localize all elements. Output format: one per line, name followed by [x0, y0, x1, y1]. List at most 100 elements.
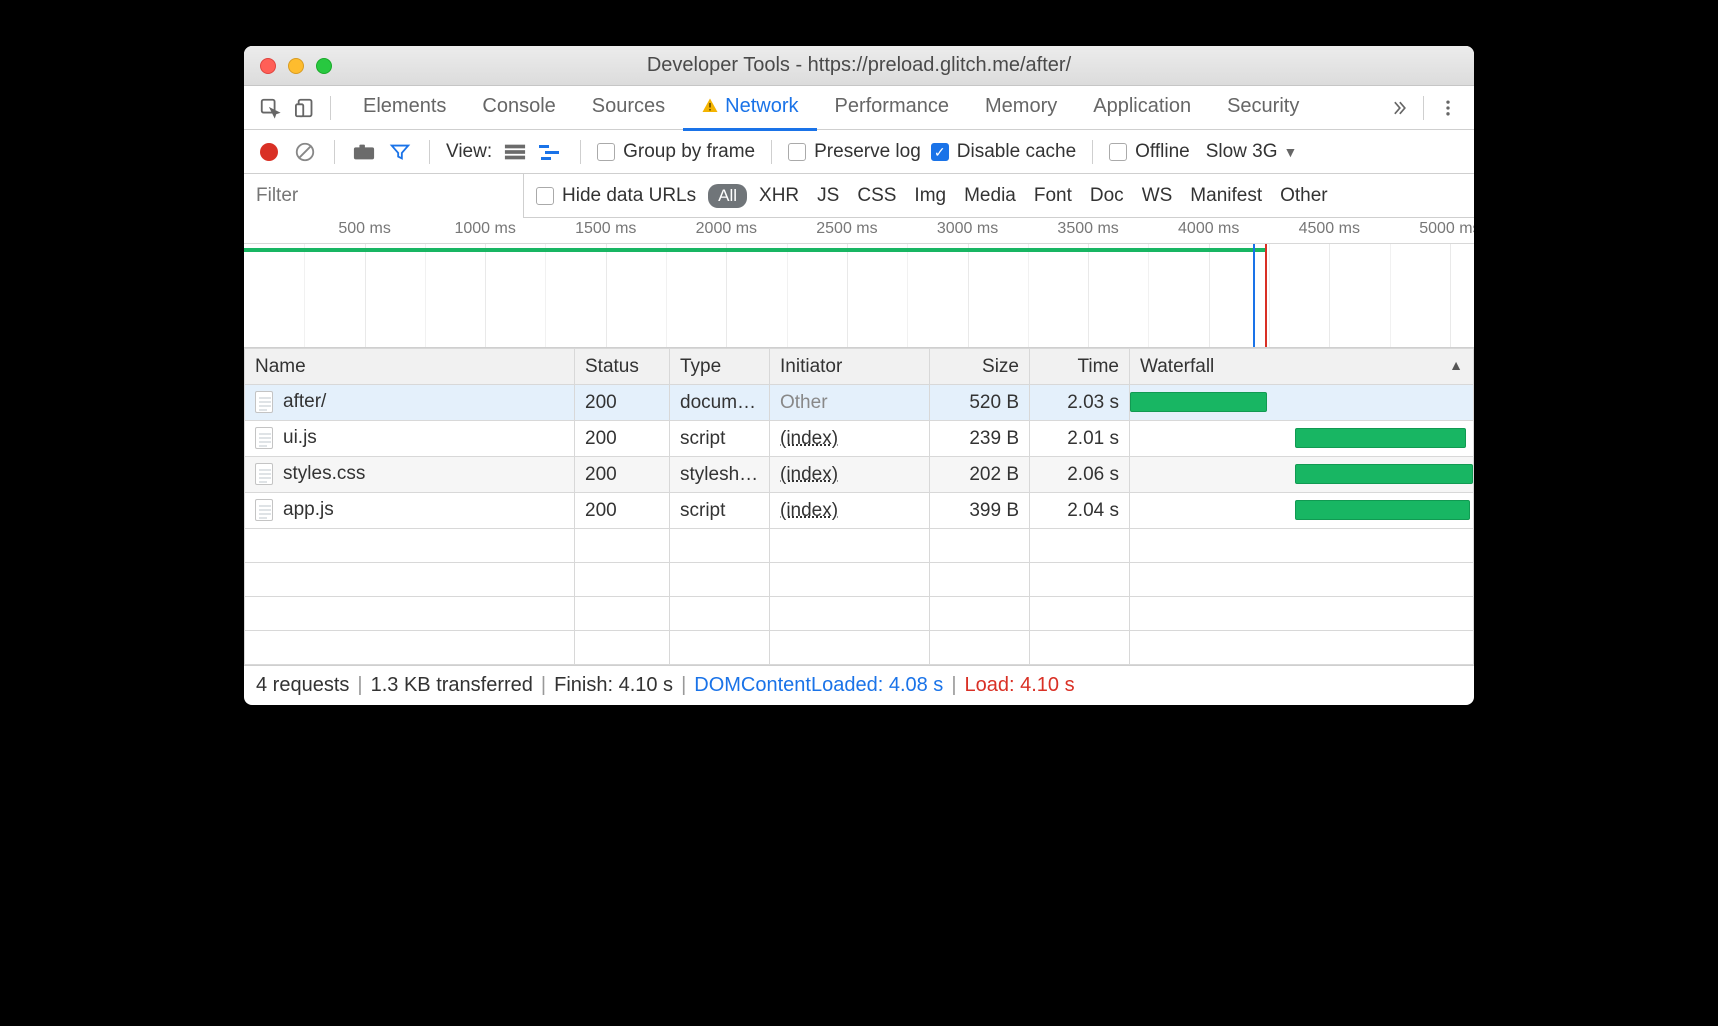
disable-cache-option[interactable]: Disable cache: [931, 141, 1076, 163]
filter-input[interactable]: [244, 174, 524, 218]
request-name: ui.js: [283, 428, 317, 449]
record-button[interactable]: [256, 139, 282, 165]
clear-button[interactable]: [292, 139, 318, 165]
timeline-overview[interactable]: 500 ms1000 ms1500 ms2000 ms2500 ms3000 m…: [244, 218, 1474, 348]
timeline-gridline: [1088, 244, 1089, 347]
throttle-select[interactable]: Slow 3G ▼: [1206, 141, 1298, 163]
checkbox[interactable]: [1109, 143, 1127, 161]
request-name: after/: [283, 392, 326, 413]
sort-indicator-icon: ▲: [1449, 357, 1463, 373]
column-time[interactable]: Time: [1030, 349, 1130, 385]
request-type: stylesh…: [680, 464, 758, 485]
hide-data-urls-option[interactable]: Hide data URLs: [536, 185, 696, 207]
request-row[interactable]: after/200docum…Other520 B2.03 s: [245, 385, 1474, 421]
timeline-tick: 3500 ms: [1057, 220, 1118, 238]
maximize-window-button[interactable]: [316, 58, 332, 74]
waterfall-bar: [1130, 392, 1267, 412]
request-initiator[interactable]: (index): [780, 428, 838, 449]
request-initiator[interactable]: (index): [780, 464, 838, 485]
filter-all-pill[interactable]: All: [708, 184, 747, 208]
column-waterfall[interactable]: Waterfall▲: [1130, 349, 1474, 385]
request-row[interactable]: ui.js200script(index)239 B2.01 s: [245, 421, 1474, 457]
tab-application[interactable]: Application: [1075, 85, 1209, 131]
file-icon: [255, 427, 273, 449]
timeline-tick: 5000 ms: [1419, 220, 1474, 238]
divider: [771, 140, 772, 164]
tab-label: Security: [1227, 95, 1299, 118]
large-rows-icon[interactable]: [502, 139, 528, 165]
timeline-gridline: [606, 244, 607, 347]
device-toggle-icon[interactable]: [288, 90, 324, 126]
timeline-gridline: [1329, 244, 1330, 347]
timeline-tick: 500 ms: [338, 220, 390, 238]
filter-toggle-icon[interactable]: [387, 139, 413, 165]
filter-type-font[interactable]: Font: [1034, 185, 1072, 207]
tab-security[interactable]: Security: [1209, 85, 1317, 131]
waterfall-bar: [1295, 464, 1473, 484]
devtools-menu-button[interactable]: [1430, 90, 1466, 126]
traffic-lights: [244, 58, 332, 74]
request-type: script: [680, 500, 725, 521]
checkbox[interactable]: [597, 143, 615, 161]
checkbox[interactable]: [931, 143, 949, 161]
request-time: 2.04 s: [1067, 500, 1119, 521]
timeline-gridline: [485, 244, 486, 347]
file-icon: [255, 391, 273, 413]
close-window-button[interactable]: [260, 58, 276, 74]
checkbox[interactable]: [536, 187, 554, 205]
request-initiator[interactable]: Other: [780, 392, 828, 413]
capture-screenshots-icon[interactable]: [351, 139, 377, 165]
column-initiator[interactable]: Initiator: [770, 349, 930, 385]
column-name[interactable]: Name: [245, 349, 575, 385]
request-row[interactable]: styles.css200stylesh…(index)202 B2.06 s: [245, 457, 1474, 493]
column-size[interactable]: Size: [930, 349, 1030, 385]
inspect-element-icon[interactable]: [252, 90, 288, 126]
filter-type-ws[interactable]: WS: [1142, 185, 1173, 207]
disable-cache-label: Disable cache: [957, 141, 1076, 163]
timeline-tick: 1000 ms: [454, 220, 515, 238]
offline-option[interactable]: Offline: [1109, 141, 1190, 163]
timeline-overview-bar: [244, 248, 1265, 252]
filter-type-xhr[interactable]: XHR: [759, 185, 799, 207]
filter-type-img[interactable]: Img: [914, 185, 946, 207]
group-by-frame-label: Group by frame: [623, 141, 755, 163]
status-requests: 4 requests: [256, 674, 349, 697]
request-row[interactable]: app.js200script(index)399 B2.04 s: [245, 493, 1474, 529]
filter-type-doc[interactable]: Doc: [1090, 185, 1124, 207]
divider: [580, 140, 581, 164]
preserve-log-option[interactable]: Preserve log: [788, 141, 921, 163]
timeline-tick: 4500 ms: [1299, 220, 1360, 238]
tab-performance[interactable]: Performance: [817, 85, 968, 131]
status-transferred: 1.3 KB transferred: [371, 674, 533, 697]
filter-type-other[interactable]: Other: [1280, 185, 1328, 207]
request-type: script: [680, 428, 725, 449]
filter-type-media[interactable]: Media: [964, 185, 1016, 207]
tab-console[interactable]: Console: [464, 85, 573, 131]
tab-elements[interactable]: Elements: [345, 85, 464, 131]
tab-memory[interactable]: Memory: [967, 85, 1075, 131]
request-size: 202 B: [969, 464, 1019, 485]
tab-sources[interactable]: Sources: [574, 85, 683, 131]
window-title: Developer Tools - https://preload.glitch…: [244, 54, 1474, 77]
column-type[interactable]: Type: [670, 349, 770, 385]
overview-toggle-icon[interactable]: [538, 139, 564, 165]
filter-type-css[interactable]: CSS: [857, 185, 896, 207]
overflow-tabs-button[interactable]: [1381, 90, 1417, 126]
column-status[interactable]: Status: [575, 349, 670, 385]
view-label: View:: [446, 141, 492, 163]
group-by-frame-option[interactable]: Group by frame: [597, 141, 755, 163]
filter-types: XHR JS CSS Img Media Font Doc WS Manifest Other: [759, 185, 1328, 207]
request-status: 200: [585, 392, 617, 413]
minimize-window-button[interactable]: [288, 58, 304, 74]
checkbox[interactable]: [788, 143, 806, 161]
tab-network[interactable]: Network: [683, 85, 816, 131]
filter-type-js[interactable]: JS: [817, 185, 839, 207]
filter-type-manifest[interactable]: Manifest: [1190, 185, 1262, 207]
tab-label: Console: [482, 95, 555, 118]
warning-icon: [701, 97, 719, 115]
divider: [334, 140, 335, 164]
request-size: 239 B: [969, 428, 1019, 449]
request-initiator[interactable]: (index): [780, 500, 838, 521]
timeline-ticks: 500 ms1000 ms1500 ms2000 ms2500 ms3000 m…: [244, 218, 1474, 244]
empty-row: [245, 631, 1474, 665]
